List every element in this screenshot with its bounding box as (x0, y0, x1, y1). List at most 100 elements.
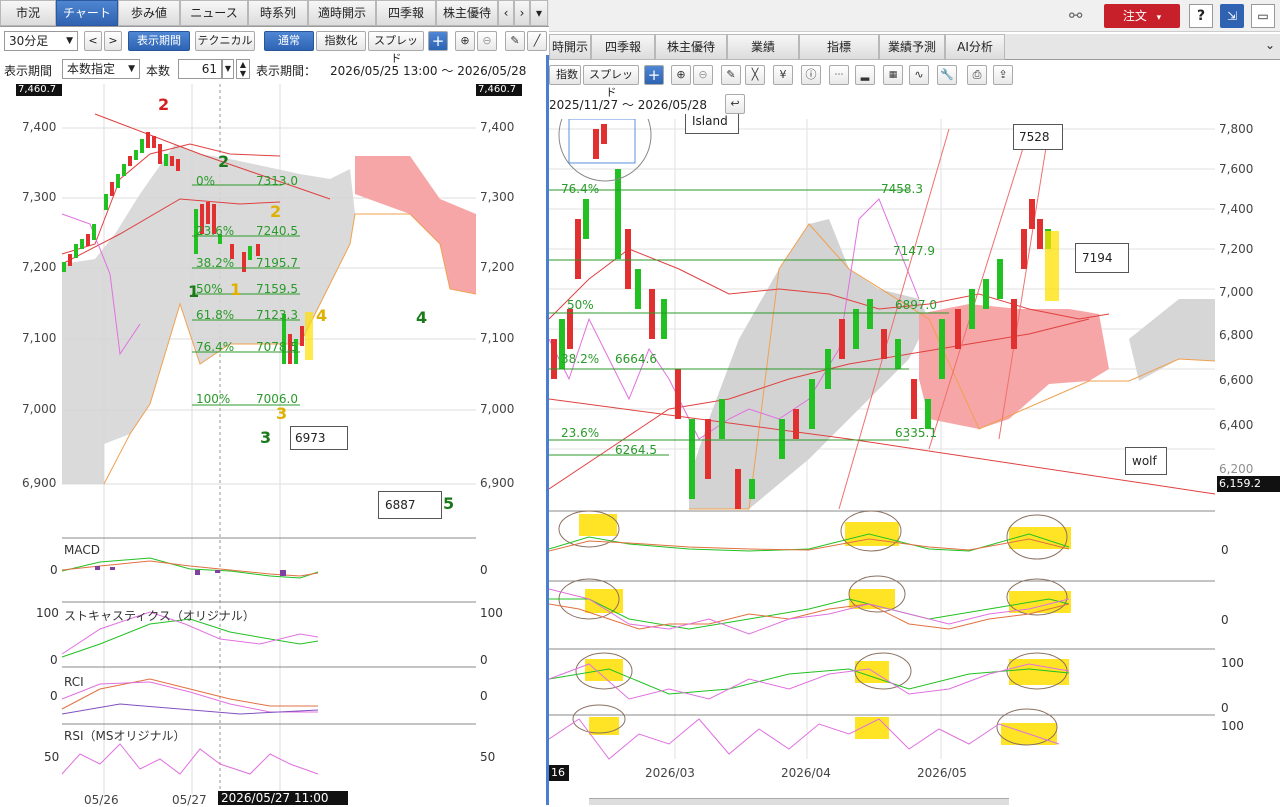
wolf-label-box[interactable]: wolf (1125, 447, 1167, 475)
tab-shikiho[interactable]: 四季報 (591, 34, 655, 60)
count-stepper[interactable]: ▼ (222, 59, 234, 79)
spread-button[interactable]: スプレッド (368, 31, 424, 65)
tab-forecast[interactable]: 業績予測 (879, 34, 945, 60)
left-price-chart[interactable] (0, 84, 546, 805)
fib-price: 7313.0 (256, 174, 298, 188)
rsi-50-right: 50 (480, 750, 496, 764)
left-top-price-tag-right: 7,460.7 (478, 84, 517, 95)
zoom-out-icon[interactable]: ⊖ (693, 65, 713, 85)
tab-market[interactable]: 市況 (0, 0, 56, 26)
right-cursor-tag: 16 (551, 766, 565, 779)
y-tick: 7,000 (1219, 285, 1254, 299)
y-tick: 7,100 (22, 331, 57, 345)
wave-label-yellow: 4 (316, 306, 328, 325)
tab-chart[interactable]: チャート (56, 0, 118, 26)
rsi-label: RSI（MSオリジナル） (64, 729, 186, 743)
tab-news[interactable]: ニュース (180, 0, 248, 26)
rci-zero-right: 0 (480, 689, 488, 703)
zoom-in-icon[interactable]: ⊕ (671, 65, 691, 85)
tab-disclosure[interactable]: 適時開示 (308, 0, 376, 26)
tab-shikiho[interactable]: 四季報 (376, 0, 436, 26)
annotation-box[interactable]: 6887 (378, 491, 442, 519)
tab-ticks[interactable]: 歩み値 (118, 0, 180, 26)
period-mode-select[interactable]: 本数指定 ▼ (62, 59, 140, 79)
tab-indicators[interactable]: 指標 (799, 34, 879, 60)
collapse-icon[interactable]: ⌄ (1265, 38, 1275, 52)
wave-label-green: 2 (218, 152, 230, 171)
technical-button[interactable]: テクニカル (195, 31, 255, 51)
fib-pct: 0% (196, 174, 216, 188)
yen-icon[interactable]: ¥ (773, 65, 793, 85)
y-tick: 7,000 (22, 402, 57, 416)
count-spin[interactable]: ▲ ▼ (236, 59, 250, 79)
reset-icon[interactable]: ↩ (725, 94, 745, 114)
fib-pct: 38.2% (196, 256, 235, 270)
left-top-price-tag: 7,460.7 (18, 84, 57, 95)
auto-icon[interactable]: ▦ (883, 65, 903, 85)
help-button[interactable]: ? (1189, 4, 1213, 28)
tab-disclosure[interactable]: 時開示 (549, 34, 591, 60)
tab-benefits[interactable]: 株主優待 (655, 34, 727, 60)
chevron-down-icon: ▼ (128, 64, 135, 74)
print-icon[interactable]: ⎙ (967, 65, 987, 85)
tab-prev-button[interactable]: ‹ (498, 0, 514, 26)
island-label-box[interactable]: Island (685, 114, 739, 134)
y-tick-right: 7,200 (480, 260, 515, 274)
macd-zero: 0 (50, 563, 58, 577)
period-row: 表示期間 本数指定 ▼ 本数 61 ▼ ▲ ▼ 表示期間： 2026/05/25 … (0, 57, 549, 83)
wrench-icon[interactable]: 🔧 (937, 65, 957, 85)
stock-icon[interactable]: ⋯ (829, 65, 849, 85)
zoom-in-icon[interactable]: ⊕ (455, 31, 475, 51)
nav-prev-button[interactable]: < (84, 31, 102, 51)
range-value: 2026/05/25 13:00 ～ 2026/05/28 (330, 64, 527, 78)
display-period-button[interactable]: 表示期間 (128, 31, 190, 51)
export-icon[interactable]: ⇪ (993, 65, 1013, 85)
wave-label-yellow: 2 (270, 202, 282, 221)
interval-value: 30分足 (9, 34, 49, 48)
window-icon[interactable]: ▭ (1251, 4, 1275, 28)
normal-button[interactable]: 通常 (264, 31, 314, 51)
chart-tool-icon[interactable]: ╳ (745, 65, 765, 85)
interval-select[interactable]: 30分足 ▼ (4, 31, 78, 51)
volume-icon[interactable]: ▂ (855, 65, 875, 85)
zoom-out-icon[interactable]: ⊖ (477, 31, 497, 51)
tab-timeseries[interactable]: 時系列 (248, 0, 308, 26)
stoch-label: ストキャスティクス（オリジナル） (64, 609, 255, 623)
fib-pct: 61.8% (196, 308, 235, 322)
chart-tool-icon[interactable]: ╱ (527, 31, 547, 51)
index-button[interactable]: 指数化 (549, 65, 581, 85)
wave-label-green: 4 (416, 308, 428, 327)
pencil-icon[interactable]: ✎ (505, 31, 525, 51)
index-button[interactable]: 指数化 (316, 31, 366, 51)
fib-price: 7195.7 (256, 256, 298, 270)
range-label: 表示期間： (256, 64, 317, 78)
tab-next-button[interactable]: › (514, 0, 530, 26)
right-price-chart[interactable] (549, 119, 1280, 805)
line-chart-icon[interactable]: ∿ (909, 65, 929, 85)
nav-next-button[interactable]: > (104, 31, 122, 51)
link-icon[interactable]: ⚯ (1069, 6, 1082, 25)
rsi-50: 50 (44, 750, 60, 764)
spread-button[interactable]: スプレッド (583, 65, 639, 99)
annotation-box[interactable]: 7528 (1013, 124, 1063, 150)
info-icon[interactable]: ⓘ (801, 65, 821, 85)
indicator-separators (62, 537, 476, 725)
tab-ai[interactable]: AI分析 (945, 34, 1005, 60)
count-input[interactable]: 61 (178, 59, 222, 79)
stoch-0: 0 (50, 653, 58, 667)
y-tick: 6,200 (1219, 462, 1254, 476)
tab-benefits[interactable]: 株主優待 (436, 0, 498, 26)
annotation-box[interactable]: 6973 (290, 426, 348, 450)
tab-more-button[interactable]: ▾ (530, 0, 548, 26)
tab-results[interactable]: 業績 (727, 34, 799, 60)
y-tick: 7,200 (22, 260, 57, 274)
right-range-value: 2025/11/27 ～ 2026/05/28 (549, 98, 707, 112)
add-icon[interactable]: + (428, 31, 448, 51)
wave-label-yellow: 3 (276, 404, 288, 423)
pencil-icon[interactable]: ✎ (721, 65, 741, 85)
annotation-box[interactable]: 7194 (1075, 243, 1129, 273)
logout-icon[interactable]: ⇲ (1220, 4, 1244, 28)
add-icon[interactable]: + (644, 65, 664, 85)
fib-pct: 23.6% (196, 224, 235, 238)
order-button[interactable]: 注文 ▾ (1104, 4, 1180, 28)
